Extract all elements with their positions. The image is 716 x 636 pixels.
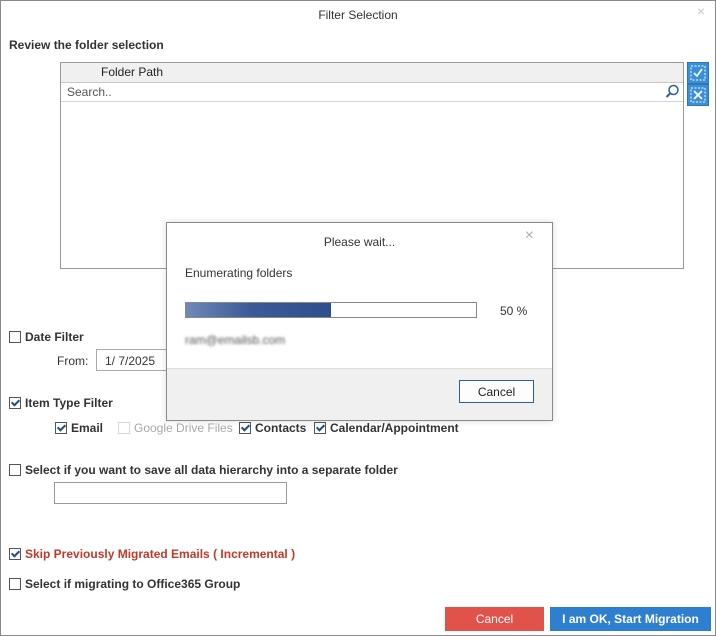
window-close-icon[interactable]: × — [697, 3, 705, 19]
progress-bar — [185, 302, 477, 318]
skip-migrated-label: Skip Previously Migrated Emails ( Increm… — [25, 547, 296, 561]
office365-group-option[interactable]: Select if migrating to Office365 Group — [9, 577, 240, 591]
skip-migrated-option[interactable]: Skip Previously Migrated Emails ( Increm… — [9, 547, 295, 561]
item-type-filter-label: Item Type Filter — [25, 396, 113, 410]
from-date-picker[interactable]: 1/ 7/2025 — [96, 349, 176, 371]
progress-bar-fill — [186, 303, 331, 317]
check-all-icon — [688, 63, 708, 83]
cancel-button[interactable]: Cancel — [445, 607, 544, 631]
check-all-button[interactable] — [687, 62, 709, 84]
uncheck-all-button[interactable] — [687, 84, 709, 106]
dialog-close-icon[interactable]: × — [525, 227, 534, 245]
uncheck-all-icon — [688, 85, 708, 105]
item-type-filter-option[interactable]: Item Type Filter — [9, 396, 113, 410]
folder-search-input[interactable] — [61, 83, 647, 100]
skip-migrated-checkbox[interactable] — [9, 548, 21, 560]
folder-path-column-header[interactable]: Folder Path — [61, 63, 683, 83]
dialog-footer: Cancel — [167, 368, 552, 420]
please-wait-dialog: Please wait... × Enumerating folders 50 … — [166, 222, 553, 421]
date-filter-label: Date Filter — [25, 330, 84, 344]
date-filter-option[interactable]: Date Filter — [9, 330, 84, 344]
contacts-checkbox[interactable] — [239, 422, 251, 434]
hierarchy-checkbox[interactable] — [9, 464, 21, 476]
email-option[interactable]: Email — [55, 421, 103, 435]
dialog-status-text: Enumerating folders — [185, 266, 293, 280]
progress-percent-text: 50 % — [500, 304, 528, 318]
date-filter-checkbox[interactable] — [9, 331, 21, 343]
contacts-option[interactable]: Contacts — [239, 421, 306, 435]
hierarchy-folder-name-input[interactable] — [54, 482, 287, 504]
account-email: ram@emailsb.com — [185, 333, 286, 347]
contacts-label: Contacts — [255, 421, 307, 435]
folder-search-row — [61, 83, 683, 102]
google-drive-files-label: Google Drive Files — [134, 421, 233, 435]
email-label: Email — [71, 421, 104, 435]
start-migration-button[interactable]: I am OK, Start Migration — [550, 607, 711, 631]
google-drive-files-checkbox — [118, 422, 130, 434]
dialog-cancel-button[interactable]: Cancel — [459, 380, 534, 403]
dialog-title: Please wait... — [323, 235, 396, 249]
office365-group-label: Select if migrating to Office365 Group — [25, 577, 241, 591]
filter-selection-window: Filter Selection × Review the folder sel… — [0, 0, 716, 636]
office365-group-checkbox[interactable] — [9, 578, 21, 590]
calendar-appointment-checkbox[interactable] — [314, 422, 326, 434]
email-checkbox[interactable] — [55, 422, 67, 434]
calendar-appointment-option[interactable]: Calendar/Appointment — [314, 421, 459, 435]
search-icon[interactable] — [665, 84, 680, 102]
item-type-filter-checkbox[interactable] — [9, 397, 21, 409]
hierarchy-label: Select if you want to save all data hier… — [25, 463, 398, 477]
window-title: Filter Selection — [318, 8, 398, 22]
google-drive-files-option: Google Drive Files — [118, 421, 233, 435]
from-label: From: — [57, 354, 89, 368]
folder-selection-title: Review the folder selection — [9, 38, 164, 52]
calendar-appointment-label: Calendar/Appointment — [330, 421, 459, 435]
hierarchy-option[interactable]: Select if you want to save all data hier… — [9, 463, 398, 477]
